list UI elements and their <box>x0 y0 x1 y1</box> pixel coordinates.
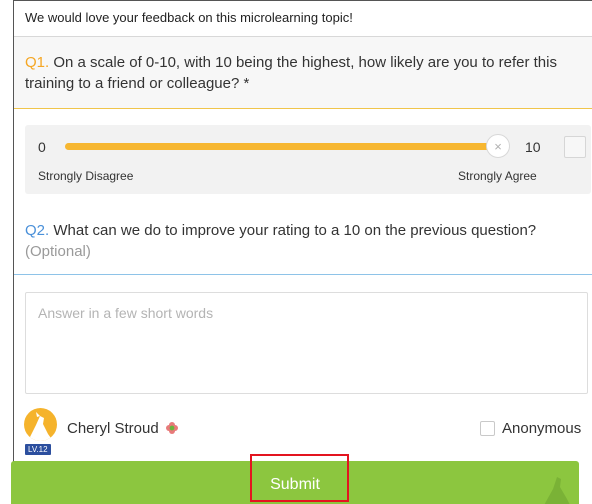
giraffe-icon <box>544 477 570 504</box>
close-icon: × <box>494 138 502 154</box>
question-2-text: What can we do to improve your rating to… <box>53 222 537 239</box>
scale-high-caption: Strongly Agree <box>458 169 537 183</box>
scale-low-caption: Strongly Disagree <box>38 169 134 183</box>
rating-slider-track[interactable] <box>65 143 497 150</box>
user-name: Cheryl Stroud <box>67 420 159 437</box>
answer-textarea[interactable] <box>25 292 588 394</box>
anonymous-checkbox[interactable] <box>480 421 495 436</box>
anonymous-label[interactable]: Anonymous <box>502 420 581 437</box>
scale-min-label: 0 <box>38 139 46 155</box>
rating-slider-thumb[interactable]: × <box>486 134 510 158</box>
rating-slider-fill <box>65 143 497 150</box>
question-2: Q2. What can we do to improve your ratin… <box>14 209 592 275</box>
user-avatar-icon <box>24 408 57 441</box>
feedback-title: We would love your feedback on this micr… <box>25 10 353 25</box>
flower-badge-icon <box>166 422 178 434</box>
submit-highlight-box <box>250 454 349 502</box>
question-2-optional: (Optional) <box>25 243 91 260</box>
question-1: Q1. On a scale of 0-10, with 10 being th… <box>14 37 592 109</box>
scale-max-label: 10 <box>525 139 541 155</box>
rating-scale: 0 × 10 Strongly Disagree Strongly Agree <box>25 125 591 194</box>
rating-checkbox[interactable] <box>564 136 586 158</box>
feedback-panel: We would love your feedback on this micr… <box>13 0 592 504</box>
user-row: LV.12 Cheryl Stroud Anonymous <box>14 405 592 457</box>
question-2-number: Q2. <box>25 222 50 239</box>
level-badge: LV.12 <box>25 444 51 455</box>
feedback-header: We would love your feedback on this micr… <box>14 1 592 37</box>
question-1-number: Q1. <box>25 54 50 71</box>
question-1-text: On a scale of 0-10, with 10 being the hi… <box>25 54 557 92</box>
